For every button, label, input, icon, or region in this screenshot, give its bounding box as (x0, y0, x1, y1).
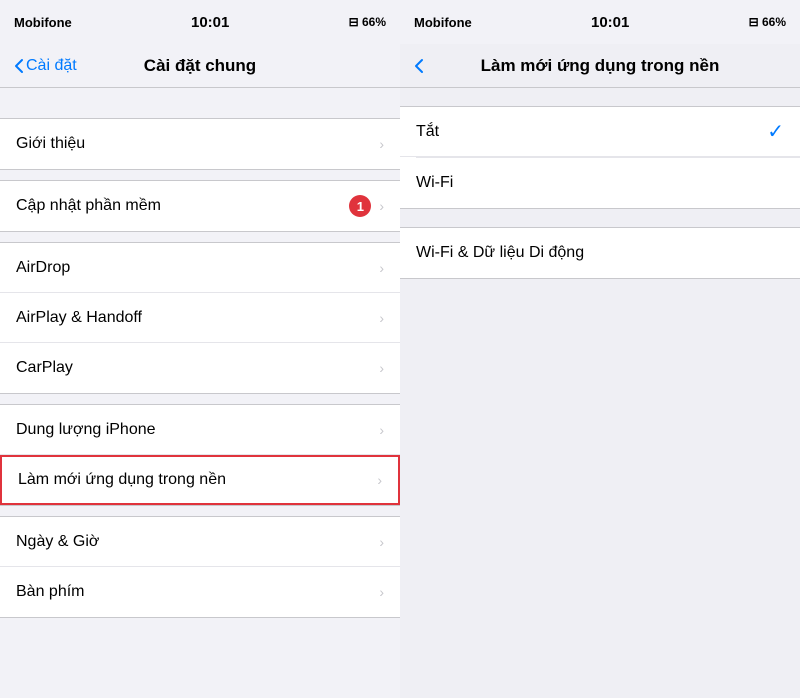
options-group-selected: Tắt ✓ Wi-Fi (400, 106, 800, 209)
list-content-left: Giới thiệu › Cập nhật phần mềm 1 › AirDr… (0, 88, 400, 698)
time-right: 10:01 (591, 14, 629, 31)
status-icons-right: ⊟ 66% (749, 15, 786, 29)
status-bar-left: Mobifone 10:01 ⊟ 66% (0, 0, 400, 44)
label-wifi: Wi-Fi (416, 174, 453, 192)
label-airplay: AirPlay & Handoff (16, 309, 142, 327)
option-item-wifi[interactable]: Wi-Fi (400, 158, 800, 208)
label-wifi-data: Wi-Fi & Dữ liệu Di động (416, 244, 584, 262)
label-cap-nhat: Cập nhật phần mềm (16, 197, 161, 215)
nav-title-right: Làm mới ứng dụng trong nền (481, 56, 720, 76)
list-content-right: Tắt ✓ Wi-Fi Wi-Fi & Dữ liệu Di động (400, 88, 800, 698)
list-item-dung-luong[interactable]: Dung lượng iPhone › (0, 405, 400, 455)
list-item-ban-phim[interactable]: Bàn phím › (0, 567, 400, 617)
label-tat: Tắt (416, 123, 439, 141)
list-item-ngay-gio[interactable]: Ngày & Giờ › (0, 517, 400, 567)
label-airdrop: AirDrop (16, 259, 70, 277)
carrier-left: Mobifone (14, 15, 72, 30)
carrier-right: Mobifone (414, 15, 472, 30)
chevron-icon-dung-luong: › (379, 422, 384, 438)
status-bar-right: Mobifone 10:01 ⊟ 66% (400, 0, 800, 44)
settings-group-1: Giới thiệu › (0, 118, 400, 170)
nav-bar-right: Làm mới ứng dụng trong nền (400, 44, 800, 88)
options-group-other: Wi-Fi & Dữ liệu Di động (400, 227, 800, 279)
label-ban-phim: Bàn phím (16, 583, 84, 601)
list-item-airplay[interactable]: AirPlay & Handoff › (0, 293, 400, 343)
battery-icon-left: ⊟ 66% (349, 15, 386, 29)
back-label-left: Cài đặt (26, 57, 77, 75)
settings-group-5: Ngày & Giờ › Bàn phím › (0, 516, 400, 618)
settings-group-4: Dung lượng iPhone › Làm mới ứng dụng tro… (0, 404, 400, 506)
chevron-icon-carplay: › (379, 360, 384, 376)
badge-cap-nhat: 1 (349, 195, 371, 217)
label-lam-moi: Làm mới ứng dụng trong nền (18, 471, 226, 489)
right-gioi-thieu: › (379, 136, 384, 152)
list-item-airdrop[interactable]: AirDrop › (0, 243, 400, 293)
chevron-icon-airplay: › (379, 310, 384, 326)
back-button-right[interactable] (414, 58, 424, 74)
option-item-wifi-data[interactable]: Wi-Fi & Dữ liệu Di động (400, 228, 800, 278)
chevron-icon-lam-moi: › (377, 472, 382, 488)
chevron-left-icon-right (414, 58, 424, 74)
right-airdrop: › (379, 260, 384, 276)
back-button-left[interactable]: Cài đặt (14, 57, 77, 75)
checkmark-tat: ✓ (767, 119, 784, 144)
option-item-tat[interactable]: Tắt ✓ (400, 107, 800, 157)
list-item-carplay[interactable]: CarPlay › (0, 343, 400, 393)
chevron-icon-gioi-thieu: › (379, 136, 384, 152)
right-panel: Mobifone 10:01 ⊟ 66% Làm mới ứng dụng tr… (400, 0, 800, 698)
status-icons-left: ⊟ 66% (349, 15, 386, 29)
time-left: 10:01 (191, 14, 229, 31)
right-carplay: › (379, 360, 384, 376)
right-airplay: › (379, 310, 384, 326)
settings-group-3: AirDrop › AirPlay & Handoff › CarPlay › (0, 242, 400, 394)
list-item-cap-nhat[interactable]: Cập nhật phần mềm 1 › (0, 181, 400, 231)
nav-title-left: Cài đặt chung (144, 56, 256, 76)
chevron-icon-airdrop: › (379, 260, 384, 276)
chevron-icon-ban-phim: › (379, 584, 384, 600)
label-carplay: CarPlay (16, 359, 73, 377)
chevron-icon-ngay-gio: › (379, 534, 384, 550)
nav-bar-left: Cài đặt Cài đặt chung (0, 44, 400, 88)
left-panel: Mobifone 10:01 ⊟ 66% Cài đặt Cài đặt chu… (0, 0, 400, 698)
label-ngay-gio: Ngày & Giờ (16, 533, 99, 551)
label-dung-luong: Dung lượng iPhone (16, 421, 156, 439)
label-gioi-thieu: Giới thiệu (16, 135, 85, 153)
right-lam-moi: › (377, 472, 382, 488)
list-item-lam-moi[interactable]: Làm mới ứng dụng trong nền › (0, 455, 400, 505)
right-cap-nhat: 1 › (349, 195, 384, 217)
list-item-gioi-thieu[interactable]: Giới thiệu › (0, 119, 400, 169)
battery-icon-right: ⊟ 66% (749, 15, 786, 29)
right-ban-phim: › (379, 584, 384, 600)
chevron-left-icon (14, 58, 24, 74)
chevron-icon-cap-nhat: › (379, 198, 384, 214)
right-ngay-gio: › (379, 534, 384, 550)
right-dung-luong: › (379, 422, 384, 438)
settings-group-2: Cập nhật phần mềm 1 › (0, 180, 400, 232)
